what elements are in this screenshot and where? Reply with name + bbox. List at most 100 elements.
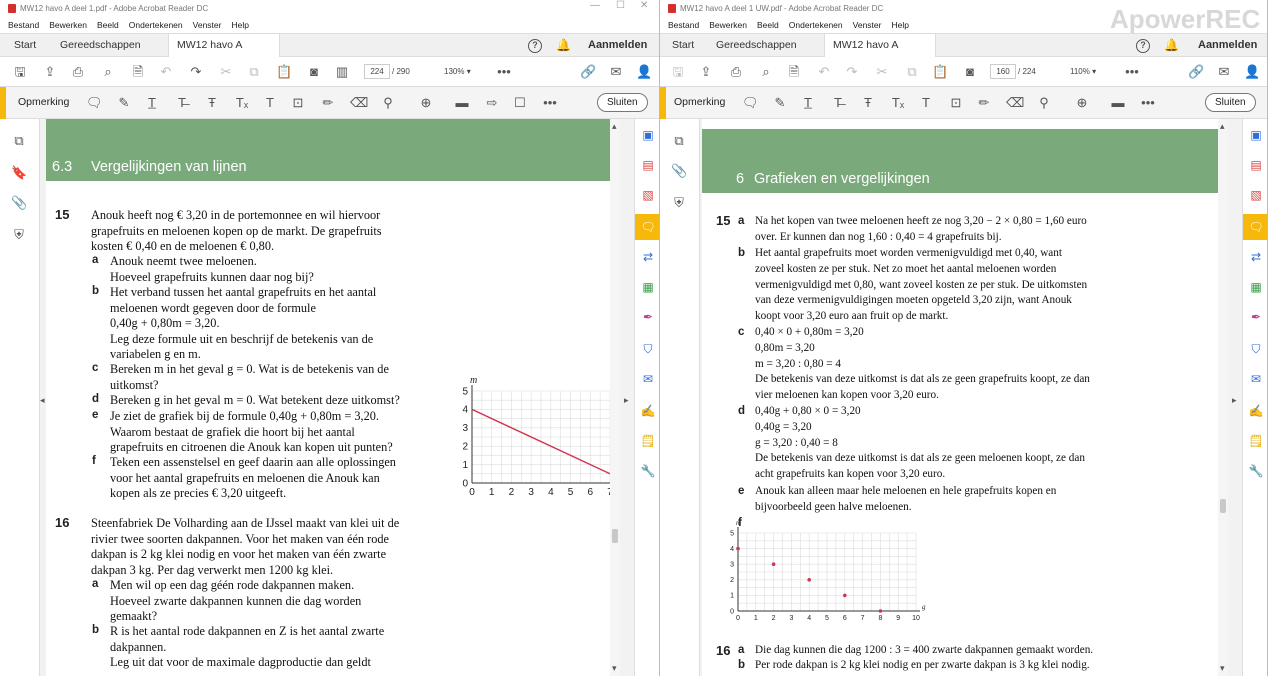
bell-icon[interactable]: 🔔 bbox=[1164, 38, 1179, 52]
close-window-button[interactable]: ✕ bbox=[640, 0, 648, 11]
replace-text-icon[interactable]: Ŧ bbox=[860, 95, 876, 111]
menu-venster[interactable]: Venster bbox=[853, 20, 882, 30]
line-icon[interactable]: ▬ bbox=[1110, 95, 1126, 111]
menu-beeld[interactable]: Beeld bbox=[757, 20, 779, 30]
more-options-icon[interactable]: ••• bbox=[496, 64, 512, 80]
attach-icon[interactable]: ⊕ bbox=[418, 95, 434, 111]
sticky-note-icon[interactable]: 🗨 bbox=[86, 95, 103, 111]
protect-icon[interactable]: ⛉ bbox=[640, 341, 656, 357]
insert-text-icon[interactable]: Tₓ bbox=[890, 95, 906, 111]
link-icon[interactable]: 🔗 bbox=[1188, 64, 1204, 80]
menu-bestand[interactable]: Bestand bbox=[668, 20, 699, 30]
close-comment-button[interactable]: Sluiten bbox=[597, 93, 648, 112]
protect-icon[interactable]: ⛉ bbox=[1248, 341, 1264, 357]
stamp-icon[interactable]: ⚲ bbox=[380, 95, 396, 111]
page-view-icon[interactable]: ▥ bbox=[334, 64, 350, 80]
insert-text-icon[interactable]: Tₓ bbox=[234, 95, 250, 111]
page-number-input[interactable]: 160 bbox=[990, 64, 1016, 79]
pencil-icon[interactable]: ✏ bbox=[976, 95, 992, 111]
edit-pdf-icon[interactable]: ▦ bbox=[1248, 279, 1264, 295]
underline-text-icon[interactable]: T̲ bbox=[144, 95, 160, 111]
certificate-icon[interactable]: ⛨ bbox=[671, 195, 687, 211]
tab-tools[interactable]: Gereedschappen bbox=[60, 34, 141, 57]
organize-pages-icon[interactable]: ▤ bbox=[1248, 157, 1264, 173]
menu-help[interactable]: Help bbox=[231, 20, 248, 30]
pages-icon[interactable]: ⧉ bbox=[671, 133, 687, 149]
text-box-icon[interactable]: ⊡ bbox=[290, 95, 306, 111]
menu-bewerken[interactable]: Bewerken bbox=[49, 20, 87, 30]
strikethrough-icon[interactable]: T̶ bbox=[830, 95, 846, 111]
more-tools-icon[interactable]: ••• bbox=[1140, 95, 1156, 111]
cut-icon[interactable]: ✂ bbox=[874, 64, 890, 80]
fill-sign-icon[interactable]: ✒ bbox=[1248, 309, 1264, 325]
redo-icon[interactable]: ↷ bbox=[188, 64, 204, 80]
highlight-icon[interactable]: ✎ bbox=[772, 95, 788, 111]
create-pdf-icon[interactable]: ▣ bbox=[1248, 127, 1264, 143]
attachment-icon[interactable]: 📎 bbox=[11, 195, 27, 211]
cut-icon[interactable]: ✂ bbox=[218, 64, 234, 80]
link-icon[interactable]: 🔗 bbox=[580, 64, 596, 80]
page-number-input[interactable]: 224 bbox=[364, 64, 390, 79]
tab-document[interactable]: MW12 havo A deel...✕ bbox=[168, 34, 280, 74]
collapse-right-icon[interactable]: ▸ bbox=[624, 395, 629, 406]
save-icon[interactable]: 🖫 bbox=[12, 64, 28, 80]
menu-ondertekenen[interactable]: Ondertekenen bbox=[129, 20, 183, 30]
sign-in-button[interactable]: Aanmelden bbox=[588, 34, 647, 57]
pages-icon[interactable]: ⧉ bbox=[11, 133, 27, 149]
signature-icon[interactable]: ✍ bbox=[640, 403, 656, 419]
document-view[interactable]: ◂ 6.3 Vergelijkingen van lijnen 15 Anouk … bbox=[40, 119, 634, 676]
copy-icon[interactable]: ⧉ bbox=[246, 64, 262, 80]
more-tools-icon[interactable]: ••• bbox=[542, 95, 558, 111]
search-icon[interactable]: ⌕ bbox=[758, 64, 774, 80]
stamp-icon[interactable]: ⚲ bbox=[1036, 95, 1052, 111]
eraser-icon[interactable]: ⌫ bbox=[350, 95, 368, 111]
bell-icon[interactable]: 🔔 bbox=[556, 38, 571, 52]
save-icon[interactable]: 🖫 bbox=[670, 64, 686, 80]
print-icon[interactable]: ⎙ bbox=[728, 64, 744, 80]
attach-icon[interactable]: ⊕ bbox=[1074, 95, 1090, 111]
sign-in-button[interactable]: Aanmelden bbox=[1198, 34, 1257, 57]
attachment-icon[interactable]: 📎 bbox=[671, 163, 687, 179]
collapse-right-icon[interactable]: ▸ bbox=[1232, 395, 1237, 406]
user-add-icon[interactable]: 👤 bbox=[1244, 64, 1260, 80]
zoom-select[interactable]: 110% ▾ bbox=[1070, 64, 1110, 79]
file-search-icon[interactable]: 🗎 bbox=[786, 64, 802, 80]
tab-tools[interactable]: Gereedschappen bbox=[716, 34, 797, 57]
scroll-down-icon[interactable]: ▾ bbox=[612, 663, 617, 674]
underline-text-icon[interactable]: T̲ bbox=[800, 95, 816, 111]
edit-pdf-icon[interactable]: ▦ bbox=[640, 279, 656, 295]
scrollbar-thumb[interactable] bbox=[1220, 499, 1226, 513]
mail-icon[interactable]: ✉ bbox=[1216, 64, 1232, 80]
combine-icon[interactable]: ⇄ bbox=[1248, 249, 1264, 265]
scrollbar[interactable]: ▴ ▾ bbox=[1218, 119, 1228, 676]
scroll-up-icon[interactable]: ▴ bbox=[1220, 121, 1225, 132]
minimize-button[interactable]: — bbox=[590, 0, 600, 11]
document-view[interactable]: ◂ 6 Grafieken en vergelijkingen 15aNa he… bbox=[700, 119, 1242, 676]
upload-icon[interactable]: ⇪ bbox=[42, 64, 58, 80]
tab-start[interactable]: Start bbox=[14, 34, 36, 57]
scrollbar[interactable]: ▴ ▾ bbox=[610, 119, 620, 676]
bookmark-icon[interactable]: 🔖 bbox=[11, 165, 27, 181]
scrollbar-thumb[interactable] bbox=[612, 529, 618, 543]
paste-icon[interactable]: 📋 bbox=[932, 64, 948, 80]
help-icon[interactable]: ? bbox=[528, 39, 542, 53]
copy-icon[interactable]: ⧉ bbox=[904, 64, 920, 80]
text-box-icon[interactable]: ⊡ bbox=[948, 95, 964, 111]
undo-icon[interactable]: ↶ bbox=[158, 64, 174, 80]
redo-icon[interactable]: ↷ bbox=[844, 64, 860, 80]
certificate-icon[interactable]: ⛨ bbox=[11, 227, 27, 243]
comment-tool-icon[interactable]: 🗨 bbox=[1248, 219, 1264, 235]
tab-start[interactable]: Start bbox=[672, 34, 694, 57]
certificate-tool-icon[interactable]: 🗒 bbox=[1248, 433, 1264, 449]
maximize-button[interactable]: ☐ bbox=[616, 0, 625, 11]
scroll-up-icon[interactable]: ▴ bbox=[612, 121, 617, 132]
search-icon[interactable]: ⌕ bbox=[100, 64, 116, 80]
signature-icon[interactable]: ✍ bbox=[1248, 403, 1264, 419]
add-text-icon[interactable]: T bbox=[918, 95, 934, 111]
pencil-icon[interactable]: ✏ bbox=[320, 95, 336, 111]
tab-document[interactable]: MW12 havo A deel...✕ bbox=[824, 34, 936, 74]
export-pdf-icon[interactable]: ▧ bbox=[640, 187, 656, 203]
collapse-left-icon[interactable]: ◂ bbox=[40, 395, 45, 406]
menu-bewerken[interactable]: Bewerken bbox=[709, 20, 747, 30]
file-search-icon[interactable]: 🗎 bbox=[130, 64, 146, 80]
